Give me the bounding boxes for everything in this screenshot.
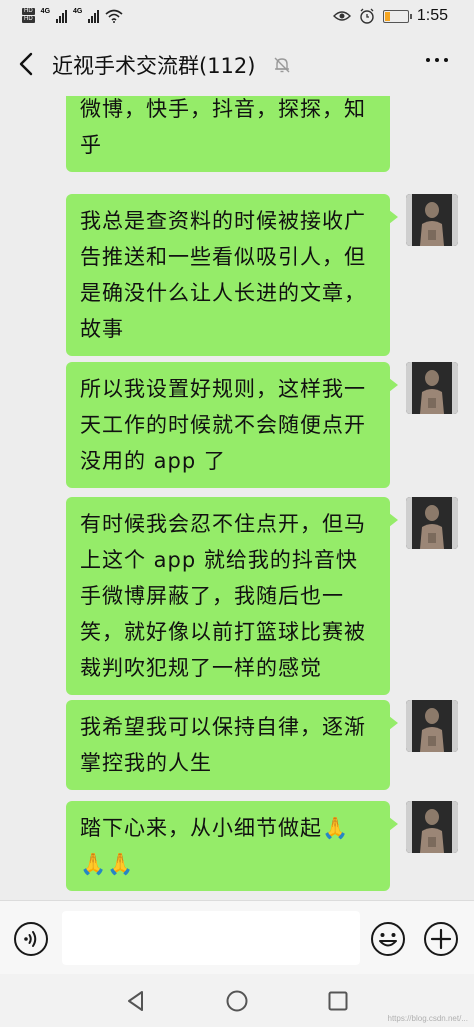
back-arrow-icon[interactable] — [12, 49, 42, 79]
system-indicators: 1:55 — [332, 7, 448, 25]
network-indicators: HD HD 4G 4G — [22, 8, 123, 23]
input-bar — [0, 900, 474, 974]
mute-bell-icon — [274, 57, 290, 73]
signal-icon — [56, 9, 68, 23]
network-type: 4G — [40, 8, 51, 15]
plus-icon[interactable] — [423, 921, 459, 957]
battery-level — [384, 11, 391, 21]
eye-icon — [332, 11, 351, 21]
message-bubble[interactable]: 微博，快手，抖音，探探，知乎 — [66, 96, 390, 172]
chat-title: 近视手术交流群(112) — [52, 54, 256, 78]
message-bubble[interactable]: 所以我设置好规则，这样我一天工作的时候就不会随便点开没用的 app 了 — [66, 362, 398, 488]
avatar[interactable] — [406, 362, 458, 414]
status-bar: HD HD 4G 4G 1:55 — [0, 0, 474, 34]
message-bubble[interactable]: 踏下心来，从小细节做起🙏🙏🙏 — [66, 801, 398, 891]
message-bubble[interactable]: 有时候我会忍不住点开，但马上这个 app 就给我的抖音快手微博屏蔽了，我随后也一… — [66, 497, 398, 695]
battery-icon — [382, 9, 412, 23]
emoji-icon[interactable] — [370, 921, 406, 957]
clock: 1:55 — [416, 7, 448, 24]
avatar[interactable] — [406, 801, 458, 853]
signal-icon — [88, 9, 100, 23]
chat-header: 近视手术交流群(112) — [0, 34, 474, 96]
wifi-icon — [105, 9, 123, 23]
avatar[interactable] — [406, 194, 458, 246]
message-list: 微博，快手，抖音，探探，知乎 我总是查资料的时候被接收广告推送和一些看似吸引人，… — [0, 96, 474, 900]
system-nav-bar: https://blog.csdn.net/... — [0, 974, 474, 1027]
hd-badge: HD — [22, 16, 35, 23]
more-icon[interactable] — [426, 58, 448, 62]
message-bubble[interactable]: 我希望我可以保持自律，逐渐掌控我的人生 — [66, 700, 398, 790]
hd-badge: HD — [22, 8, 35, 15]
message-input[interactable] — [62, 911, 360, 965]
avatar[interactable] — [406, 700, 458, 752]
nav-home-icon[interactable] — [225, 989, 249, 1013]
nav-recent-icon[interactable] — [326, 989, 350, 1013]
message-bubble[interactable]: 我总是查资料的时候被接收广告推送和一些看似吸引人，但是确没什么让人长进的文章，故… — [66, 194, 398, 356]
avatar[interactable] — [406, 497, 458, 549]
network-type: 4G — [73, 8, 83, 15]
alarm-icon — [360, 8, 374, 24]
nav-back-icon[interactable] — [124, 989, 148, 1013]
voice-icon[interactable] — [13, 921, 49, 957]
watermark: https://blog.csdn.net/... — [387, 1014, 469, 1023]
